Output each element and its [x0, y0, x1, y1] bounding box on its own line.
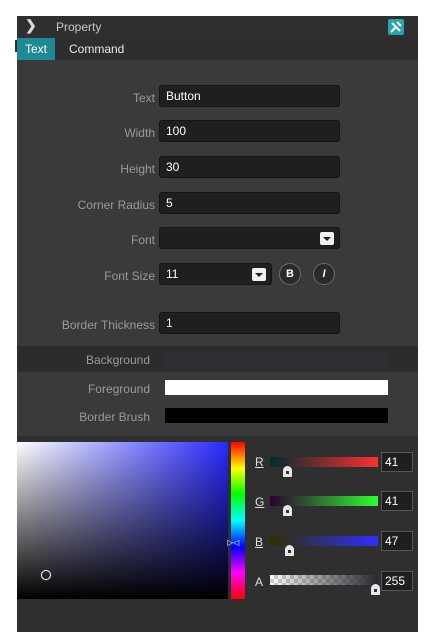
italic-button[interactable]: I: [313, 263, 335, 285]
blue-slider-thumb[interactable]: [285, 545, 294, 556]
bold-button[interactable]: B: [279, 263, 301, 285]
background-label: Background: [85, 353, 150, 367]
border-thickness-label: Border Thickness: [61, 318, 155, 332]
property-panel: ❯ Property Text Command Text Button Widt…: [17, 16, 418, 632]
red-label: R: [255, 455, 264, 469]
border-thickness-input[interactable]: 1: [159, 312, 340, 334]
hue-marker-icon[interactable]: ▷◁: [227, 538, 239, 547]
foreground-label: Foreground: [87, 382, 150, 396]
foreground-swatch[interactable]: [165, 380, 388, 395]
height-input[interactable]: 30: [159, 156, 340, 178]
alpha-value-input[interactable]: 255: [381, 571, 413, 591]
panel-title: Property: [56, 20, 102, 34]
panel-titlebar: ❯ Property: [17, 16, 418, 38]
text-input[interactable]: Button: [159, 85, 340, 107]
red-value-input[interactable]: 41: [381, 452, 413, 472]
blue-label: B: [255, 535, 264, 549]
font-select[interactable]: [159, 227, 340, 249]
background-swatch[interactable]: [165, 352, 388, 367]
hue-slider[interactable]: [231, 442, 245, 599]
chevron-right-icon[interactable]: ❯: [25, 17, 37, 34]
chevron-down-icon[interactable]: [320, 232, 334, 245]
green-slider-thumb[interactable]: [283, 505, 292, 516]
green-label: G: [255, 495, 265, 509]
green-value-input[interactable]: 41: [381, 491, 413, 511]
text-label: Text: [132, 91, 155, 105]
border-brush-label: Border Brush: [79, 410, 150, 424]
red-slider-thumb[interactable]: [283, 466, 292, 477]
blue-value-input[interactable]: 47: [381, 531, 413, 551]
alpha-slider-thumb[interactable]: [371, 584, 380, 595]
tab-bar: Text Command: [17, 38, 418, 60]
tab-command[interactable]: Command: [69, 38, 124, 60]
tab-edge-divider: [15, 40, 17, 52]
font-label: Font: [130, 233, 155, 247]
width-input[interactable]: 100: [159, 120, 340, 142]
pin-icon[interactable]: [388, 19, 404, 35]
font-size-select[interactable]: 11: [159, 263, 272, 285]
alpha-label: A: [255, 575, 264, 589]
font-size-value: 11: [166, 267, 179, 281]
tab-text[interactable]: Text: [17, 38, 55, 60]
blue-slider[interactable]: [270, 536, 378, 546]
corner-radius-input[interactable]: 5: [159, 192, 340, 214]
color-picker: ▷◁ R 41 G 41 B 47 A 255: [17, 436, 418, 632]
corner-radius-label: Corner Radius: [77, 198, 155, 212]
border-brush-swatch[interactable]: [165, 408, 388, 423]
height-label: Height: [120, 162, 155, 176]
width-label: Width: [124, 126, 155, 140]
alpha-slider[interactable]: [270, 575, 378, 585]
chevron-down-icon[interactable]: [252, 268, 266, 281]
font-size-label: Font Size: [104, 269, 155, 283]
color-cursor[interactable]: [41, 570, 51, 580]
